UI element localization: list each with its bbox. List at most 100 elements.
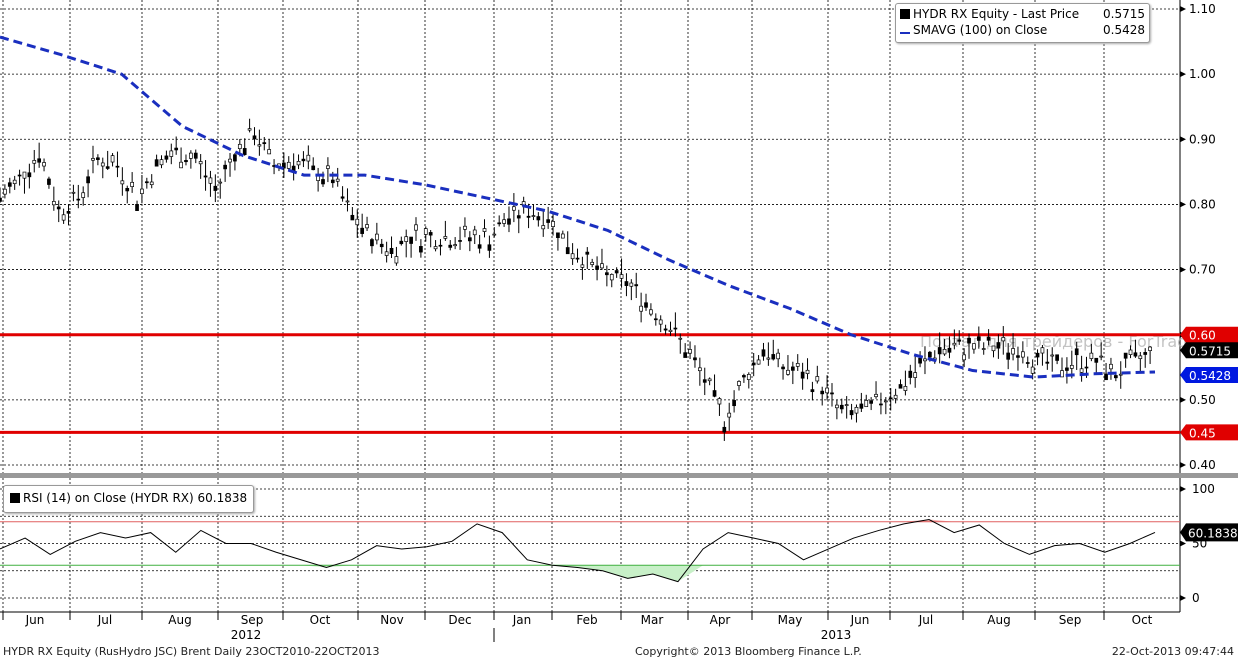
price-candle — [384, 251, 389, 256]
price-candle — [1006, 352, 1011, 360]
price-candle — [213, 185, 218, 191]
price-candle — [991, 345, 996, 352]
price-candle — [482, 228, 487, 232]
legend-series1: HYDR RX Equity - Last Price — [913, 7, 1080, 21]
price-candle — [1021, 351, 1025, 358]
price-candle — [649, 309, 653, 315]
price-candle — [1079, 368, 1084, 373]
price-candle — [463, 225, 467, 230]
price-candle — [908, 370, 913, 378]
price-candle — [653, 318, 658, 321]
price-candle — [634, 284, 639, 287]
price-candle — [326, 165, 330, 169]
price-candle — [115, 165, 120, 168]
price-candle — [609, 274, 614, 281]
price-candle — [551, 221, 555, 228]
price-legend: HYDR RX Equity - Last Price 0.5715 SMAVG … — [895, 3, 1150, 43]
price-candle — [737, 381, 741, 386]
price-candle — [903, 386, 908, 391]
level-tag-label: 0.45 — [1189, 426, 1216, 440]
price-candle — [487, 244, 492, 251]
price-candle — [1016, 355, 1020, 358]
price-candle — [590, 261, 595, 265]
price-candle — [223, 164, 227, 170]
price-candle — [394, 256, 399, 264]
price-candle — [56, 206, 61, 210]
price-candle — [702, 379, 707, 383]
price-candle — [849, 410, 854, 416]
rsi-y-tick-label: 100 — [1192, 482, 1215, 496]
price-candle — [732, 400, 736, 407]
sma-last-tag-label: 0.5428 — [1189, 369, 1231, 383]
x-tick-label: Mar — [641, 613, 664, 627]
price-candle — [962, 354, 966, 361]
price-legend-swatch — [900, 9, 910, 19]
price-candle — [448, 244, 453, 248]
price-candle — [76, 198, 81, 201]
price-candle — [898, 384, 903, 389]
price-candle — [1055, 354, 1059, 361]
panel-divider — [0, 473, 1238, 478]
price-candle — [428, 232, 433, 236]
price-candle — [47, 178, 51, 185]
price-candle — [580, 264, 585, 268]
y-tick-label: 0.50 — [1189, 393, 1216, 407]
rsi-tick-arrow — [1180, 540, 1186, 547]
price-candle — [614, 270, 619, 274]
price-candle — [228, 158, 232, 163]
price-candle — [458, 240, 462, 242]
price-candle — [815, 376, 820, 382]
price-candle — [869, 400, 873, 404]
price-candle — [1109, 363, 1113, 370]
price-candle — [918, 357, 922, 364]
price-candle — [1035, 352, 1040, 358]
price-candle — [51, 201, 56, 206]
price-candle — [859, 403, 864, 409]
price-candle — [27, 172, 32, 178]
price-candle — [800, 371, 805, 379]
price-candle — [820, 390, 825, 395]
price-candle — [585, 251, 590, 255]
price-candle — [404, 236, 409, 242]
footer-left: HYDR RX Equity (RusHydro JSC) Brent Dail… — [3, 645, 380, 658]
tick-arrow — [1180, 396, 1186, 403]
price-candle — [864, 400, 869, 408]
y-tick-label: 0.80 — [1189, 197, 1216, 211]
price-candle — [247, 128, 252, 131]
price-candle — [91, 158, 95, 161]
price-candle — [174, 147, 179, 151]
price-candle — [825, 387, 829, 394]
price-candle — [565, 247, 570, 255]
price-candle — [237, 143, 242, 149]
x-tick-label: Aug — [987, 613, 1010, 627]
price-candle — [546, 219, 550, 223]
price-candle — [389, 247, 394, 254]
price-candle — [120, 180, 125, 185]
price-candle — [218, 181, 223, 184]
price-candle — [409, 236, 413, 244]
y-tick-label: 0.90 — [1189, 132, 1216, 146]
price-candle — [242, 148, 247, 155]
price-candle — [423, 228, 428, 235]
price-candle — [374, 233, 379, 241]
price-candle — [1138, 355, 1143, 360]
price-candle — [32, 160, 37, 164]
price-candle — [839, 404, 844, 410]
price-candle — [42, 162, 46, 167]
price-candle — [751, 362, 756, 366]
footer-timestamp: 22-Oct-2013 09:47:44 — [1111, 645, 1234, 658]
price-candle — [830, 392, 834, 395]
price-candle — [570, 253, 575, 260]
price-candle — [1074, 348, 1079, 356]
price-candle — [443, 236, 448, 239]
x-tick-label: Jul — [918, 613, 933, 627]
price-candle — [575, 257, 580, 260]
price-candle — [1128, 349, 1133, 355]
price-candle — [105, 166, 110, 169]
price-candle — [1025, 362, 1030, 364]
price-candle — [688, 349, 692, 354]
price-candle — [130, 181, 134, 187]
price-candle — [0, 197, 2, 202]
price-candle — [154, 159, 159, 167]
price-candle — [913, 372, 918, 378]
